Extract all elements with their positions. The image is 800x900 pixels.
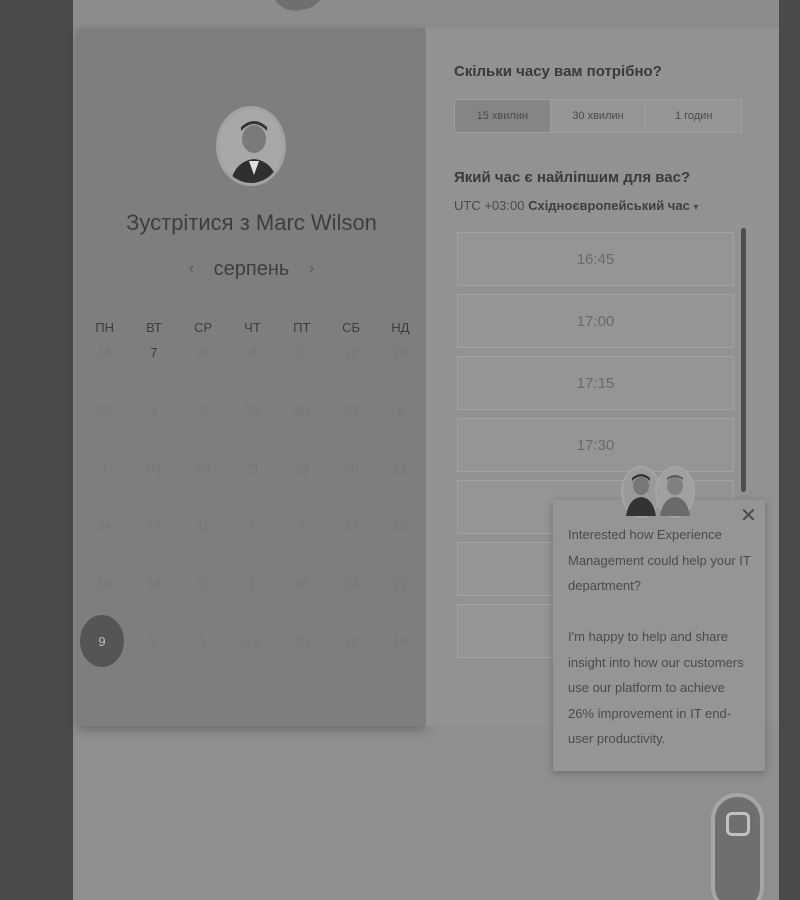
calendar-day: 21 bbox=[393, 460, 408, 476]
weekday-header: ПН ВТ СР ЧТ ПТ СБ НД bbox=[80, 320, 425, 335]
chevron-left-icon[interactable]: ‹ bbox=[175, 260, 208, 277]
timezone-dropdown[interactable]: UTC +03:00 Східноєвропейський час ▾ bbox=[454, 198, 698, 213]
calendar-day: 19 bbox=[393, 633, 408, 649]
weekday-label: ВТ bbox=[146, 320, 162, 335]
calendar-week: 1 03 03 21 29 30 21 bbox=[80, 461, 425, 519]
host-avatar bbox=[216, 106, 286, 186]
chat-launcher-button[interactable] bbox=[711, 793, 764, 900]
duration-option-30[interactable]: 30 хвилин bbox=[551, 100, 647, 132]
calendar-day: 2 bbox=[298, 345, 306, 360]
calendar-day[interactable]: 7 bbox=[129, 345, 178, 403]
chat-icon bbox=[726, 812, 750, 836]
calendar-day: 24 bbox=[97, 518, 112, 534]
calendar-day: 1 bbox=[248, 576, 257, 592]
chat-message: Interested how Experience Management cou… bbox=[568, 522, 754, 752]
calendar-day: 28 bbox=[393, 345, 408, 360]
weekday-label: СБ bbox=[342, 320, 360, 335]
calendar-day: 30 bbox=[195, 345, 211, 360]
calendar-day: 7 bbox=[298, 518, 306, 534]
calendar-week: 9 9 1 14 30 19 19 bbox=[80, 634, 425, 692]
calendar-day: 23 bbox=[343, 576, 359, 592]
calendar-day: 7 bbox=[248, 518, 257, 534]
duration-selector: 15 хвилин 30 хвилин 1 годин bbox=[454, 99, 742, 133]
calendar-day: 21 bbox=[245, 460, 260, 476]
calendar-day: 03 bbox=[146, 460, 162, 476]
slots-scrollbar[interactable] bbox=[741, 228, 746, 492]
calendar-day: 11 bbox=[196, 518, 210, 534]
calendar-day: 17 bbox=[195, 576, 211, 592]
meeting-title: Зустрітися з Marc Wilson bbox=[126, 210, 377, 235]
calendar-grid: 16 7 30 4 2 10 28 28 4 8 30 30 23 8 1 03… bbox=[80, 345, 425, 692]
selected-day[interactable]: 9 bbox=[80, 615, 124, 667]
chevron-right-icon[interactable]: › bbox=[295, 260, 328, 277]
caret-down-icon: ▾ bbox=[693, 202, 699, 213]
calendar-day: 1 bbox=[101, 460, 109, 476]
calendar-day: 28 bbox=[294, 576, 309, 592]
time-slot[interactable]: 16:45 bbox=[457, 232, 734, 286]
calendar-day: 27 bbox=[343, 518, 359, 534]
chat-spacer bbox=[568, 599, 754, 625]
timezone-offset: UTC +03:00 bbox=[454, 198, 525, 213]
duration-option-15[interactable]: 15 хвилин bbox=[455, 100, 551, 132]
calendar-day: 18 bbox=[146, 576, 162, 592]
calendar-day: 30 bbox=[245, 402, 260, 418]
weekday-label: ПН bbox=[95, 320, 114, 335]
calendar-day: 4 bbox=[150, 402, 158, 418]
calendar-day: 03 bbox=[195, 460, 211, 476]
chat-message-line: Interested how Experience Management cou… bbox=[568, 527, 751, 593]
calendar-day: 28 bbox=[97, 402, 112, 418]
calendar-day: 8 bbox=[199, 402, 207, 418]
calendar-day: 23 bbox=[343, 402, 359, 418]
calendar-day: 22 bbox=[393, 576, 408, 592]
weekday-label: СР bbox=[194, 320, 213, 335]
calendar-day: 8 bbox=[396, 402, 404, 418]
time-slot[interactable]: 17:15 bbox=[457, 356, 734, 410]
weekday-label: НД bbox=[391, 320, 410, 335]
calendar-week: 16 7 30 4 2 10 28 bbox=[80, 345, 425, 403]
time-question: Який час є найліпшим для вас? bbox=[454, 169, 691, 186]
month-navigator: ‹ серпень › bbox=[78, 258, 425, 281]
duration-option-60[interactable]: 1 годин bbox=[646, 100, 741, 132]
calendar-day: 30 bbox=[343, 460, 359, 476]
calendar-day: 19 bbox=[393, 518, 408, 534]
duration-question: Скільки часу вам потрібно? bbox=[454, 63, 662, 80]
chat-message-line: I'm happy to help and share insight into… bbox=[568, 629, 744, 746]
calendar-day: 14 bbox=[245, 633, 260, 649]
time-slot[interactable]: 17:30 bbox=[457, 418, 734, 472]
decorative-shape bbox=[271, 0, 329, 15]
month-label: серпень bbox=[213, 258, 290, 280]
calendar-day: 30 bbox=[294, 402, 309, 418]
calendar-day: 19 bbox=[343, 633, 359, 649]
calendar-week: 10 18 17 1 28 23 22 bbox=[80, 576, 425, 634]
calendar-day: 10 bbox=[343, 345, 359, 360]
calendar-day: 9 bbox=[150, 633, 158, 649]
weekday-label: ЧТ bbox=[244, 320, 261, 335]
calendar-week: 28 4 8 30 30 23 8 bbox=[80, 403, 425, 461]
calendar-day: 4 bbox=[248, 345, 257, 360]
timezone-name: Східноєвропейський час bbox=[528, 198, 690, 213]
agent-avatar bbox=[655, 466, 695, 518]
time-slot[interactable]: 17:00 bbox=[457, 294, 734, 348]
calendar-day: 30 bbox=[294, 633, 309, 649]
calendar-day: 16 bbox=[97, 345, 112, 360]
calendar-week: 24 17 11 7 7 27 19 bbox=[80, 518, 425, 576]
calendar-day: 29 bbox=[294, 460, 309, 476]
calendar-day: 1 bbox=[199, 633, 207, 649]
calendar-day: 17 bbox=[146, 518, 162, 534]
weekday-label: ПТ bbox=[293, 320, 311, 335]
